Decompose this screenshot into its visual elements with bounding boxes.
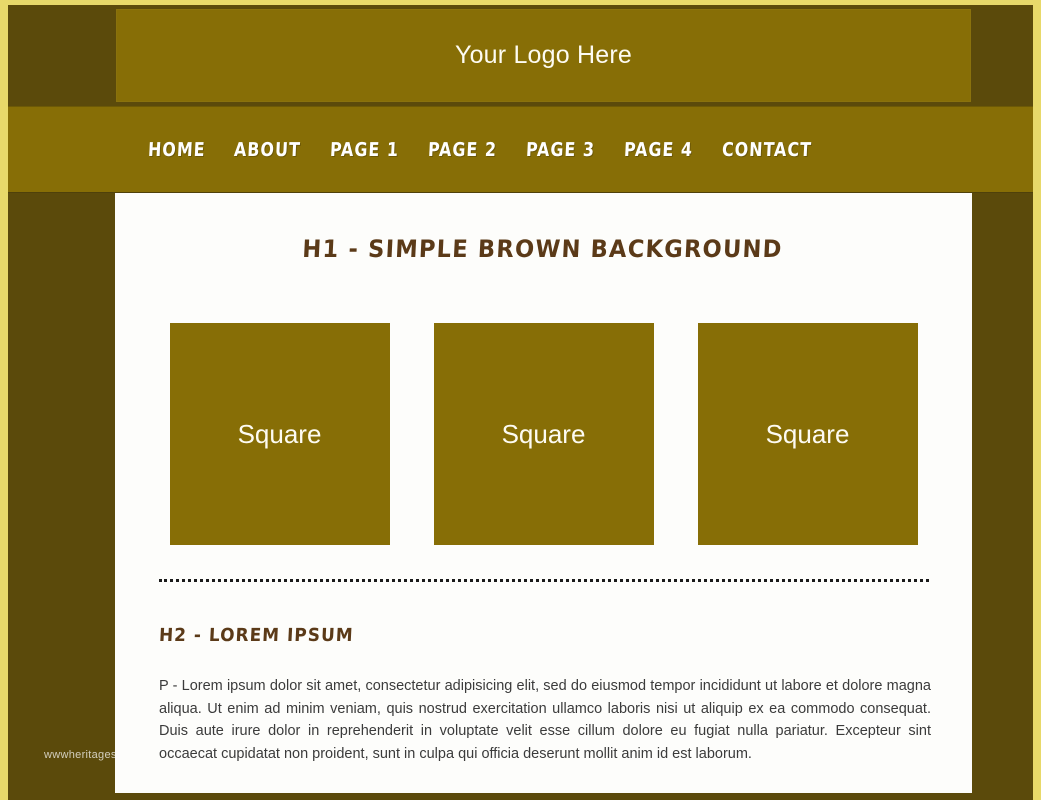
square-block-3[interactable]: Square: [697, 323, 918, 545]
square-label: Square: [501, 418, 586, 449]
page-title: H1 - SIMPLE BROWN BACKGROUND: [301, 235, 784, 263]
square-label: Square: [765, 418, 850, 449]
nav-item-page-3[interactable]: PAGE 3: [526, 139, 596, 161]
header-band: Your Logo Here: [8, 5, 1033, 106]
body-paragraph: P - Lorem ipsum dolor sit amet, consecte…: [159, 678, 931, 762]
section-divider: [159, 579, 929, 582]
page-frame: Your Logo Here HOME ABOUT PAGE 1 PAGE 2 …: [0, 0, 1041, 800]
nav-list: HOME ABOUT PAGE 1 PAGE 2 PAGE 3 PAGE 4 C…: [147, 107, 819, 192]
square-block-2[interactable]: Square: [433, 323, 654, 545]
nav-item-contact[interactable]: CONTACT: [722, 139, 813, 161]
nav-item-about[interactable]: ABOUT: [233, 139, 301, 161]
logo-banner[interactable]: Your Logo Here: [116, 9, 971, 102]
content-panel: H1 - SIMPLE BROWN BACKGROUND Square Squa…: [115, 193, 972, 793]
nav-item-page-1[interactable]: PAGE 1: [329, 139, 399, 161]
section-heading: H2 - LOREM IPSUM: [158, 625, 355, 646]
content-area: H1 - SIMPLE BROWN BACKGROUND Square Squa…: [8, 193, 1033, 800]
nav-item-page-2[interactable]: PAGE 2: [427, 139, 497, 161]
nav-item-page-4[interactable]: PAGE 4: [624, 139, 694, 161]
logo-text: Your Logo Here: [454, 41, 632, 69]
square-block-1[interactable]: Square: [169, 323, 390, 545]
main-navigation: HOME ABOUT PAGE 1 PAGE 2 PAGE 3 PAGE 4 C…: [8, 106, 1033, 193]
square-label: Square: [237, 418, 322, 449]
squares-row: Square Square Square: [115, 323, 972, 545]
nav-item-home[interactable]: HOME: [147, 139, 206, 161]
